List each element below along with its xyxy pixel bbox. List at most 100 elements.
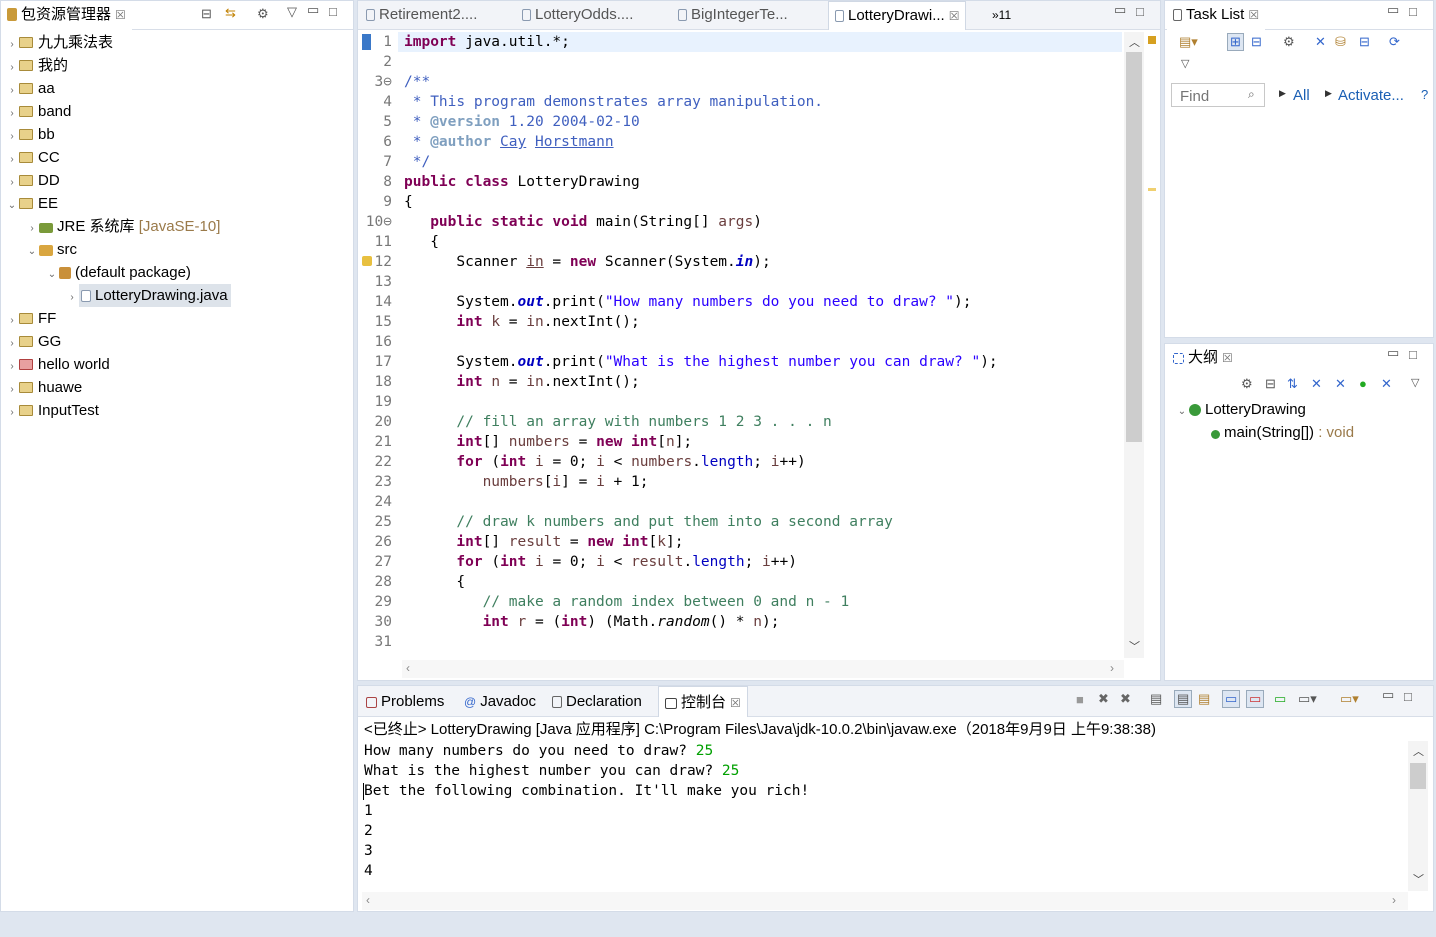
word-wrap-icon[interactable]: ▤ [1198, 691, 1210, 707]
tab-editor-file[interactable]: BigIntegerTe... [672, 1, 794, 29]
show-stderr-icon[interactable]: ▭ [1246, 690, 1265, 708]
new-task-icon[interactable]: ▤▾ [1179, 34, 1198, 50]
tab-outline[interactable]: 大纲 ☒ [1167, 344, 1239, 373]
tree-item[interactable]: › 九九乘法表 [5, 31, 113, 54]
scroll-up-icon[interactable]: ︿ [1129, 34, 1140, 50]
tree-item[interactable]: › DD [5, 169, 59, 194]
close-icon[interactable]: ☒ [115, 8, 126, 22]
minimize-icon[interactable]: ▭ [1382, 687, 1394, 703]
tree-item[interactable]: ⌄ src [25, 238, 77, 261]
close-icon[interactable]: ☒ [730, 696, 741, 710]
chevron-right-icon[interactable]: › [5, 56, 19, 79]
hide-local-icon[interactable]: ✕ [1381, 376, 1392, 392]
scroll-down-icon[interactable]: ﹀ [1413, 871, 1424, 887]
minimize-icon[interactable]: ▭ [307, 2, 319, 18]
link-editor-icon[interactable]: ⇆ [225, 5, 236, 21]
chevron-right-icon[interactable]: › [5, 148, 19, 171]
chevron-right-icon[interactable]: › [5, 332, 19, 355]
tree-item[interactable]: › huawe [5, 376, 82, 399]
view-menu-icon[interactable]: ▽ [1181, 57, 1189, 70]
tree-item[interactable]: › 我的 [5, 54, 68, 77]
scroll-down-icon[interactable]: ﹀ [1129, 638, 1140, 654]
tree-item[interactable]: › aa [5, 77, 54, 102]
focus-icon[interactable]: ⚙ [1241, 376, 1253, 392]
show-stdout-icon[interactable]: ▭ [1222, 690, 1241, 708]
tab-editor-file[interactable]: Retirement2.... [360, 1, 483, 29]
scroll-lock-icon[interactable]: ▤ [1174, 690, 1193, 708]
view-menu-icon[interactable]: ▽ [1411, 376, 1419, 389]
collapse-all-icon[interactable]: ⊟ [201, 6, 212, 22]
pin-console-icon[interactable]: ▭ [1274, 691, 1286, 707]
focus-icon[interactable]: ⚙ [1283, 34, 1295, 50]
all-link[interactable]: All [1293, 87, 1310, 104]
maximize-icon[interactable]: □ [1404, 689, 1412, 704]
collapse-icon[interactable]: ⊟ [1359, 34, 1370, 50]
scroll-thumb[interactable] [1126, 52, 1142, 442]
close-icon[interactable]: ☒ [949, 9, 960, 23]
vertical-scrollbar[interactable]: ︿ ﹀ [1124, 32, 1144, 658]
tab-problems[interactable]: Problems [360, 686, 450, 716]
scroll-up-icon[interactable]: ︿ [1413, 743, 1424, 759]
filter-icon[interactable]: ⛁ [1335, 34, 1346, 50]
tree-item[interactable]: › FF [5, 307, 56, 330]
tree-item[interactable]: › JRE 系统库 [JavaSE-10] [25, 215, 220, 238]
outline-class-item[interactable]: ⌄ LotteryDrawing [1175, 398, 1306, 421]
tree-item[interactable]: › hello world [5, 353, 109, 376]
open-console-icon[interactable]: ▭▾ [1340, 691, 1359, 707]
minimize-icon[interactable]: ▭ [1114, 2, 1126, 18]
activate-link[interactable]: Activate... [1338, 87, 1404, 104]
chevron-down-icon[interactable]: ⌄ [25, 240, 39, 263]
tree-item[interactable]: › InputTest [5, 399, 99, 422]
filter-icon[interactable]: ⚙ [257, 6, 269, 22]
close-icon[interactable]: ☒ [1222, 351, 1233, 365]
tree-item[interactable]: ⌄ (default package) [45, 261, 191, 284]
tab-task-list[interactable]: Task List ☒ [1167, 1, 1266, 30]
chevron-right-icon[interactable]: › [5, 171, 19, 194]
sync-icon[interactable]: ⟳ [1389, 34, 1400, 50]
tab-declaration[interactable]: Declaration [546, 686, 648, 716]
chevron-right-icon[interactable]: › [5, 401, 19, 424]
outline-method-item[interactable]: main(String[]) : void [1211, 421, 1354, 444]
scroll-thumb[interactable] [1410, 763, 1426, 789]
chevron-right-icon[interactable]: › [5, 102, 19, 125]
chevron-right-icon[interactable]: › [5, 125, 19, 148]
console-output[interactable]: How many numbers do you need to draw? 25… [358, 741, 1406, 891]
maximize-icon[interactable]: □ [1409, 4, 1417, 19]
maximize-icon[interactable]: □ [1409, 347, 1417, 362]
tree-item[interactable]: › band [5, 100, 71, 123]
chevron-right-icon[interactable]: › [5, 309, 19, 332]
console-horizontal-scrollbar[interactable]: ‹ › [362, 892, 1408, 910]
scroll-right-icon[interactable]: › [1110, 661, 1114, 675]
sort-icon[interactable]: ⇅ [1287, 376, 1298, 392]
maximize-icon[interactable]: □ [329, 4, 337, 19]
tree-item[interactable]: › LotteryDrawing.java [65, 284, 231, 307]
scroll-left-icon[interactable]: ‹ [366, 893, 370, 907]
collapse-all-icon[interactable]: ⊟ [1265, 376, 1276, 392]
chevron-right-icon[interactable]: › [5, 33, 19, 56]
remove-launch-icon[interactable]: ✖ [1098, 691, 1109, 707]
chevron-right-icon[interactable]: › [25, 217, 39, 240]
remove-all-icon[interactable]: ✖ [1120, 691, 1131, 707]
minimize-icon[interactable]: ▭ [1387, 345, 1399, 361]
tab-overflow[interactable]: »11 [986, 1, 1017, 29]
chevron-down-icon[interactable]: ⌄ [5, 194, 19, 217]
chevron-right-icon[interactable]: › [65, 286, 79, 309]
chevron-right-icon[interactable]: › [5, 79, 19, 102]
hide-static-icon[interactable]: ✕ [1335, 376, 1346, 392]
terminate-icon[interactable]: ■ [1076, 692, 1084, 707]
tree-item[interactable]: › CC [5, 146, 59, 171]
tab-editor-file[interactable]: LotteryOdds.... [516, 1, 639, 29]
find-field[interactable]: ⌕ [1171, 83, 1265, 107]
display-console-icon[interactable]: ▭▾ [1298, 691, 1317, 707]
tab-editor-file-active[interactable]: LotteryDrawi... ☒ [828, 1, 967, 30]
view-menu-icon[interactable]: ▽ [287, 4, 297, 20]
categorized-icon[interactable]: ⊞ [1227, 33, 1244, 51]
tab-console[interactable]: 控制台 ☒ [658, 686, 748, 717]
tab-javadoc[interactable]: @ Javadoc [458, 686, 542, 716]
console-vertical-scrollbar[interactable]: ︿ ﹀ [1408, 741, 1428, 891]
clear-console-icon[interactable]: ▤ [1150, 691, 1162, 707]
hide-nonpublic-icon[interactable]: ● [1359, 376, 1367, 391]
ruler-marker[interactable] [1148, 36, 1156, 44]
ruler-marker[interactable] [1148, 188, 1156, 191]
help-icon[interactable]: ? [1421, 87, 1428, 102]
